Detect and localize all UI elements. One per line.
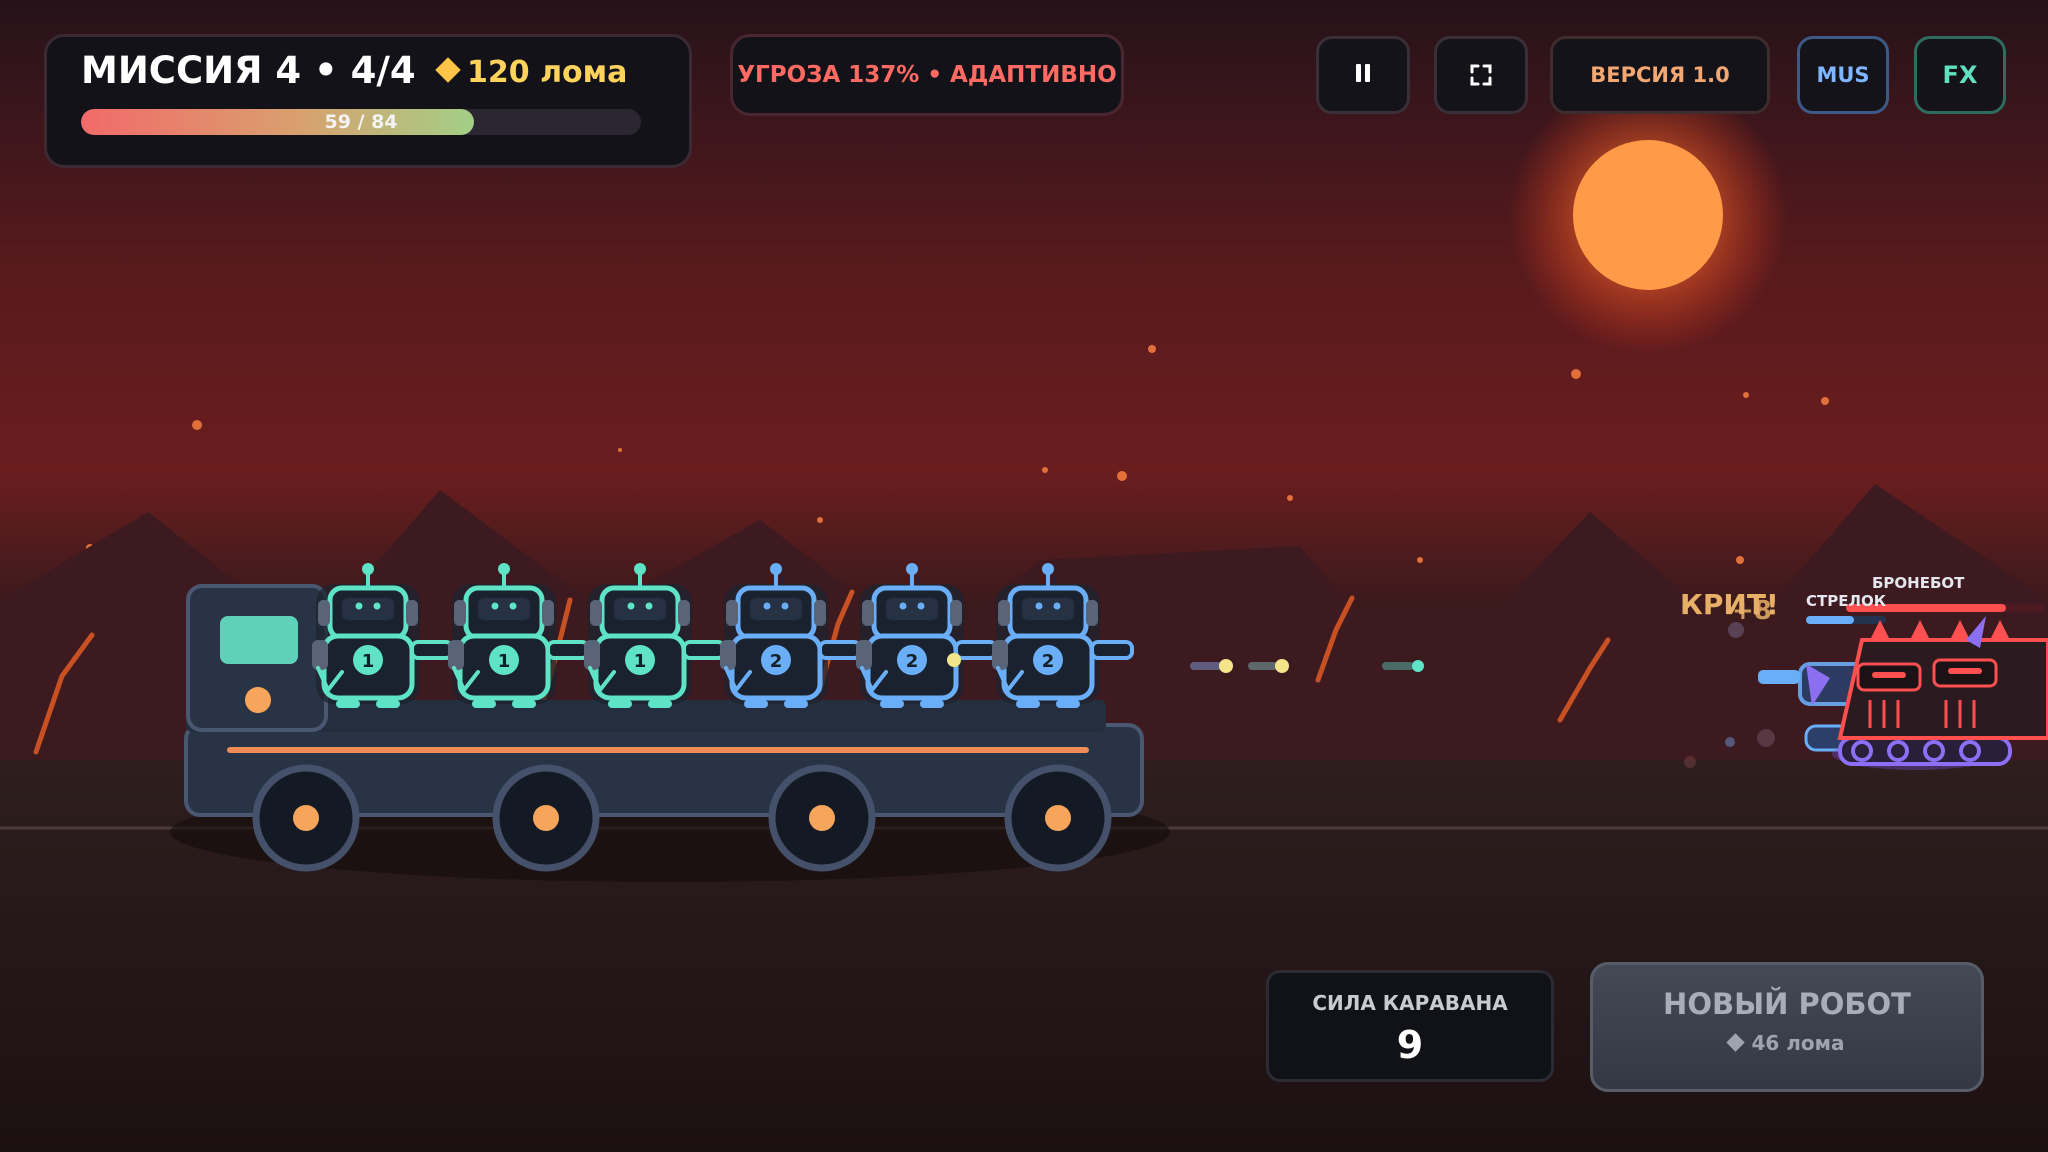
mission-progress-bar: 59 / 84 bbox=[81, 109, 641, 135]
enemy-armorbot-name: БРОНЕБОТ bbox=[1872, 574, 1965, 592]
robot-level-text: 1 bbox=[362, 651, 375, 672]
robot-gun bbox=[954, 640, 998, 660]
fx-toggle-button[interactable]: FX bbox=[1914, 36, 2006, 114]
game-stage: 1 1 1 2 2 2 МИССИЯ 4 • 4/4 120 лома 59 / 84 У… bbox=[0, 0, 2048, 1152]
scrap-counter: 120 лома bbox=[435, 55, 628, 90]
mission-panel: МИССИЯ 4 • 4/4 120 лома 59 / 84 bbox=[44, 34, 692, 168]
sun bbox=[1508, 75, 1788, 355]
new-robot-cost: 46 лома bbox=[1593, 1031, 1981, 1055]
scrap-diamond-icon bbox=[1726, 1033, 1746, 1052]
damage-popup: +8 bbox=[1732, 596, 1772, 626]
caravan-power-panel: СИЛА КАРАВАНА 9 bbox=[1266, 970, 1554, 1082]
scrap-amount: 120 лома bbox=[467, 55, 628, 90]
new-robot-label: НОВЫЙ РОБОТ bbox=[1663, 987, 1911, 1021]
wheel bbox=[252, 764, 360, 872]
enemy-shooter-name: СТРЕЛОК bbox=[1806, 592, 1886, 610]
version-button[interactable]: ВЕРСИЯ 1.0 bbox=[1550, 36, 1770, 114]
robot-level-text: 1 bbox=[634, 651, 647, 672]
robot-level-text: 2 bbox=[1042, 651, 1055, 672]
robot-gun bbox=[410, 640, 454, 660]
cab-window bbox=[220, 616, 298, 664]
headlight bbox=[245, 687, 271, 713]
threat-text: УГРОЗА 137% • АДАПТИВНО bbox=[737, 62, 1117, 88]
robot-gun bbox=[546, 640, 590, 660]
wheel bbox=[1004, 764, 1112, 872]
wheel bbox=[768, 764, 876, 872]
scrap-diamond-icon bbox=[435, 57, 461, 83]
robot-gun bbox=[818, 640, 862, 660]
new-robot-cost-text: 46 лома bbox=[1751, 1031, 1845, 1055]
robot-level-text: 1 bbox=[498, 651, 511, 672]
robot-gun bbox=[1090, 640, 1134, 660]
caravan-power-label: СИЛА КАРАВАНА bbox=[1312, 991, 1508, 1015]
smoke-puff bbox=[1684, 756, 1696, 768]
fullscreen-icon bbox=[1470, 64, 1492, 86]
fullscreen-button[interactable] bbox=[1434, 36, 1528, 114]
smoke-puff bbox=[1757, 729, 1775, 747]
new-robot-button[interactable]: НОВЫЙ РОБОТ 46 лома bbox=[1590, 962, 1984, 1092]
mission-title: МИССИЯ 4 • 4/4 bbox=[81, 49, 416, 92]
caravan-power-value: 9 bbox=[1396, 1023, 1424, 1067]
robot-level-text: 2 bbox=[770, 651, 783, 672]
pause-icon bbox=[1354, 64, 1372, 86]
robot-gun bbox=[682, 640, 726, 660]
music-toggle-button[interactable]: MUS bbox=[1797, 36, 1889, 114]
wheel bbox=[492, 764, 600, 872]
enemy-shooter-gun bbox=[1758, 670, 1800, 684]
enemy-shooter-health bbox=[1806, 616, 1854, 624]
mission-progress-text: 59 / 84 bbox=[324, 111, 398, 133]
projectile bbox=[947, 653, 961, 667]
smoke-puff bbox=[1725, 737, 1735, 747]
threat-indicator: УГРОЗА 137% • АДАПТИВНО bbox=[730, 34, 1124, 116]
robot-level-text: 2 bbox=[906, 651, 919, 672]
pause-button[interactable] bbox=[1316, 36, 1410, 114]
